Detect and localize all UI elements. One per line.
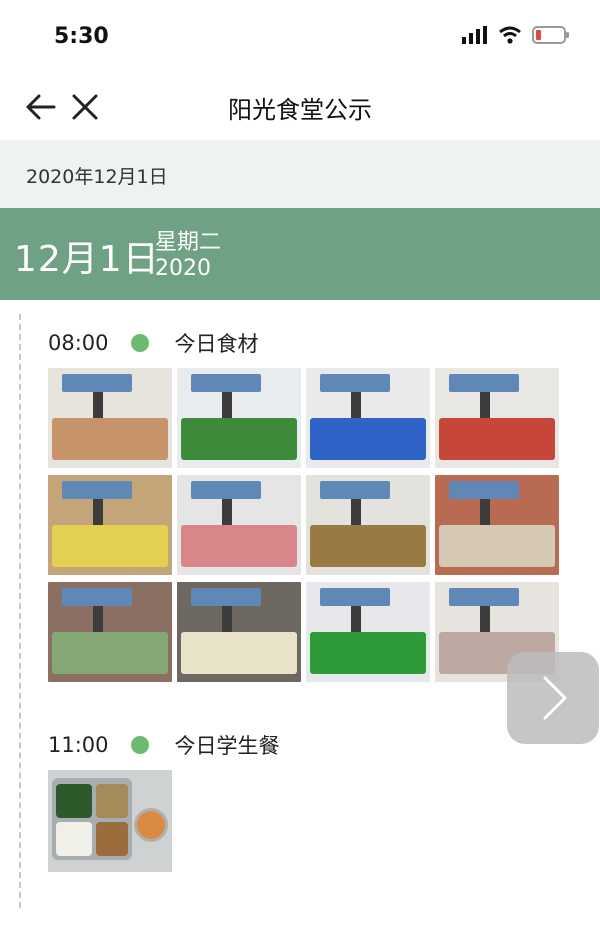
- soup-bowl: [134, 808, 168, 842]
- produce-crate: [181, 525, 297, 567]
- section-time: 11:00: [48, 733, 109, 757]
- scale-display: [62, 481, 132, 499]
- chevron-right-icon: [543, 676, 567, 720]
- timeline-dot: [130, 736, 149, 754]
- ingredient-photo-tofu-bags[interactable]: [306, 368, 430, 468]
- timeline-dot: [130, 334, 149, 352]
- battery-low-icon: [532, 26, 569, 44]
- ingredient-photo-bagged-items[interactable]: [435, 475, 559, 575]
- produce-crate: [310, 632, 426, 674]
- status-time: 5:30: [54, 24, 109, 49]
- scale-display: [191, 481, 261, 499]
- day-big-date: 12月1日: [14, 239, 160, 280]
- date-strip: 2020年12月1日: [0, 140, 600, 208]
- produce-crate: [181, 632, 297, 674]
- status-icons: [462, 26, 570, 44]
- ingredient-photo-kiwi-box[interactable]: [306, 475, 430, 575]
- day-header: 12月1日 星期二 2020: [0, 208, 600, 300]
- section-meal-head: 11:00 今日学生餐: [48, 730, 280, 760]
- ingredient-photo-green-vegetables[interactable]: [177, 368, 301, 468]
- ingredient-photo-sweet-potatoes[interactable]: [48, 368, 172, 468]
- section-label: 今日学生餐: [174, 734, 280, 758]
- scale-display: [62, 374, 132, 392]
- next-button[interactable]: [507, 652, 599, 744]
- student-meal-photo[interactable]: [48, 770, 172, 872]
- section-ingredients-head: 08:00 今日食材: [48, 328, 259, 358]
- produce-crate: [52, 418, 168, 460]
- signal-icon: [462, 26, 487, 44]
- day-weekday: 星期二: [155, 230, 222, 255]
- ingredient-photo-garlic[interactable]: [177, 582, 301, 682]
- nav-bar: 阳光食堂公示: [0, 72, 600, 140]
- section-label: 今日食材: [174, 332, 259, 356]
- produce-crate: [439, 525, 555, 567]
- scale-display: [320, 374, 390, 392]
- ingredient-photo-cabbage[interactable]: [48, 582, 172, 682]
- produce-crate: [52, 632, 168, 674]
- scale-display: [449, 481, 519, 499]
- produce-crate: [52, 525, 168, 567]
- ingredient-photo-grid: [48, 368, 559, 682]
- ingredient-photo-tomatoes[interactable]: [435, 368, 559, 468]
- date-strip-text: 2020年12月1日: [26, 166, 168, 188]
- produce-crate: [439, 418, 555, 460]
- ingredient-photo-green-peppers[interactable]: [306, 582, 430, 682]
- ingredient-photo-yellow-packs[interactable]: [48, 475, 172, 575]
- scale-display: [191, 374, 261, 392]
- wifi-icon: [499, 26, 521, 44]
- day-year: 2020: [155, 256, 211, 281]
- meal-tray: [52, 778, 132, 860]
- scale-display: [449, 374, 519, 392]
- ingredient-photo-meat-slices[interactable]: [177, 475, 301, 575]
- produce-crate: [310, 418, 426, 460]
- scale-display: [191, 588, 261, 606]
- scale-display: [62, 588, 132, 606]
- produce-crate: [310, 525, 426, 567]
- produce-crate: [181, 418, 297, 460]
- scale-display: [320, 588, 390, 606]
- timeline-line: [19, 314, 21, 908]
- page-title: 阳光食堂公示: [228, 96, 372, 124]
- status-bar: 5:30: [0, 0, 600, 72]
- section-time: 08:00: [48, 331, 109, 355]
- scale-display: [449, 588, 519, 606]
- scale-display: [320, 481, 390, 499]
